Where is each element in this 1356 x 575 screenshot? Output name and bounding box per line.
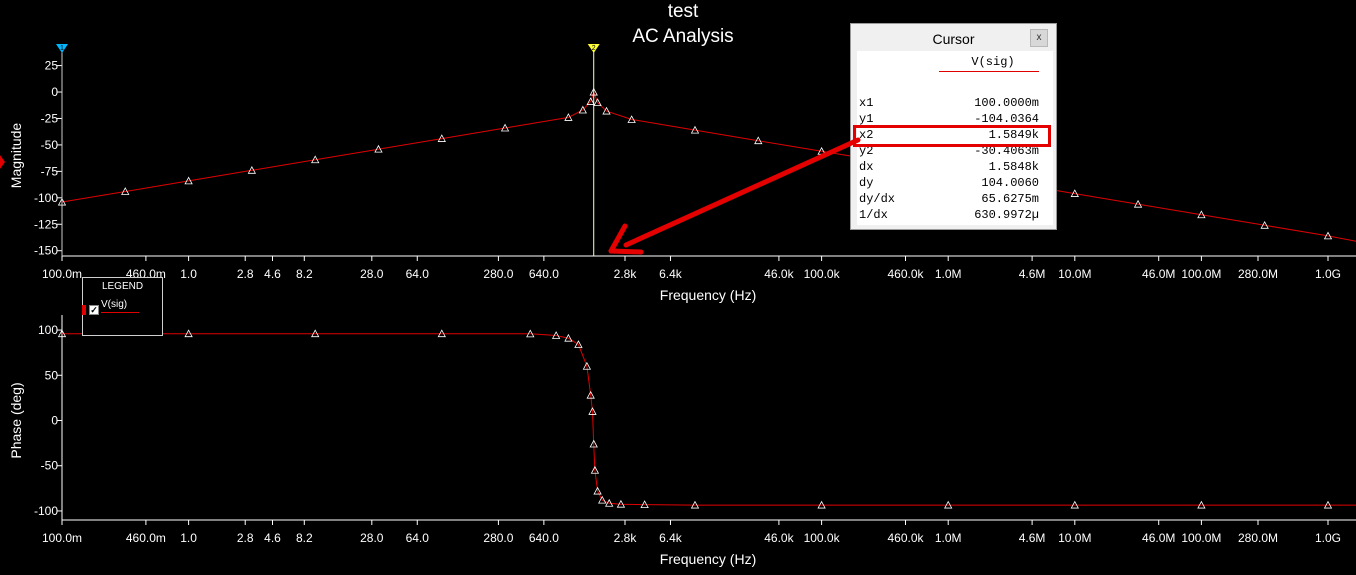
arrow-head-lower: [608, 248, 644, 255]
arrow-head-upper: [608, 223, 628, 254]
annotation-arrow: [608, 137, 861, 255]
arrow-shaft: [623, 137, 861, 248]
